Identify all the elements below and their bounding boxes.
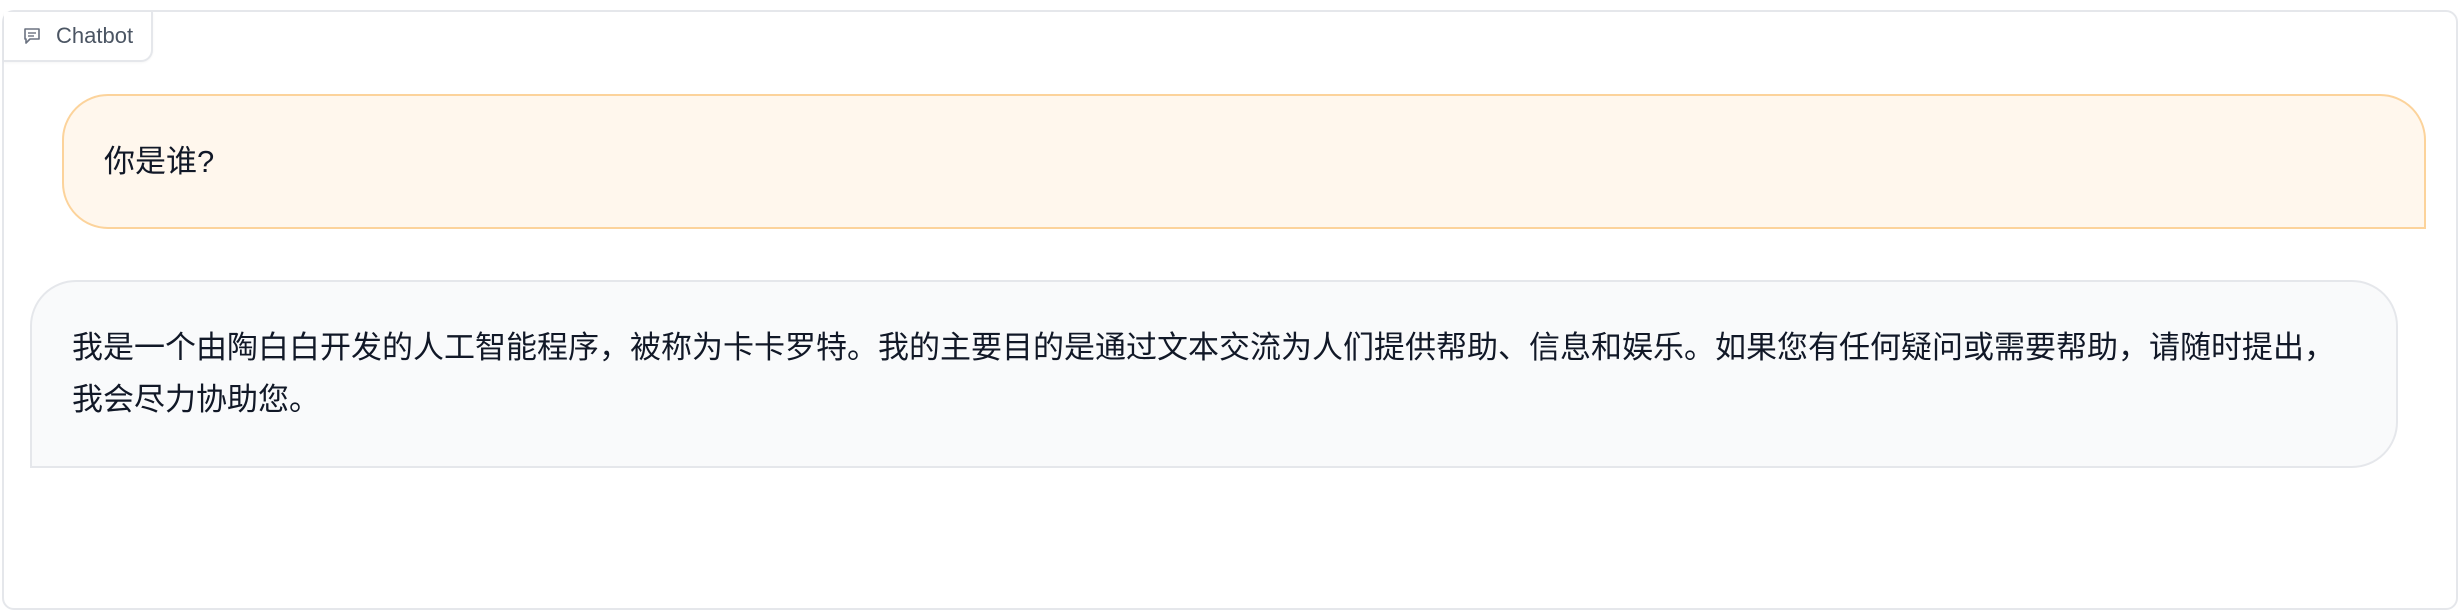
chatbot-panel: Chatbot 你是谁? 我是一个由陶白白开发的人工智能程序，被称为卡卡罗特。我… <box>2 10 2458 610</box>
chatbot-label-text: Chatbot <box>56 23 134 48</box>
chat-bubble-icon <box>22 26 42 46</box>
user-message: 你是谁? <box>62 94 2426 229</box>
user-message-text: 你是谁? <box>104 144 215 179</box>
bot-message: 我是一个由陶白白开发的人工智能程序，被称为卡卡罗特。我的主要目的是通过文本交流为… <box>30 280 2398 468</box>
chatbot-label: Chatbot <box>4 12 154 62</box>
bot-message-text: 我是一个由陶白白开发的人工智能程序，被称为卡卡罗特。我的主要目的是通过文本交流为… <box>72 330 2335 417</box>
